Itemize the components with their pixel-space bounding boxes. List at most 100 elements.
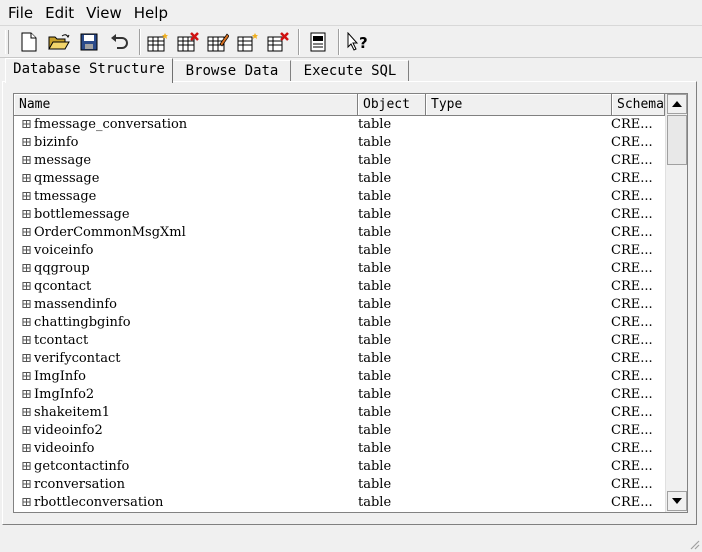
expand-icon[interactable]: ⊞ — [21, 224, 32, 240]
column-header-type[interactable]: Type — [426, 94, 612, 116]
tab-database-structure[interactable]: Database Structure — [5, 58, 173, 83]
table-row[interactable]: ⊞ rconversation table CRE... — [14, 476, 665, 494]
row-schema: CRE... — [611, 351, 653, 366]
row-object: table — [358, 279, 392, 294]
table-row[interactable]: ⊞ OrderCommonMsgXml table CRE... — [14, 224, 665, 242]
table-row[interactable]: ⊞ bizinfo table CRE... — [14, 134, 665, 152]
create-index-button[interactable] — [235, 30, 261, 54]
row-object: table — [358, 153, 392, 168]
menu-edit[interactable]: Edit — [39, 1, 80, 25]
table-row[interactable]: ⊞ voiceinfo table CRE... — [14, 242, 665, 260]
expand-icon[interactable]: ⊞ — [21, 296, 32, 312]
row-name: tmessage — [34, 189, 97, 204]
expand-icon[interactable]: ⊞ — [21, 404, 32, 420]
expand-icon[interactable]: ⊞ — [21, 242, 32, 258]
column-header-name[interactable]: Name — [14, 94, 358, 116]
tab-browse-data[interactable]: Browse Data — [174, 60, 291, 82]
structure-list[interactable]: Name Object Type Schema ⊞ fmessage_conver… — [13, 93, 688, 513]
table-row[interactable]: ⊞ chattingbginfo table CRE... — [14, 314, 665, 332]
expand-icon[interactable]: ⊞ — [21, 116, 32, 132]
delete-index-button[interactable] — [265, 30, 291, 54]
row-name: getcontactinfo — [34, 459, 130, 474]
expand-icon[interactable]: ⊞ — [21, 152, 32, 168]
expand-icon[interactable]: ⊞ — [21, 440, 32, 456]
row-object: table — [358, 207, 392, 222]
expand-icon[interactable]: ⊞ — [21, 134, 32, 150]
table-row[interactable]: ⊞ videoinfo table CRE... — [14, 440, 665, 458]
row-name: fmessage_conversation — [34, 117, 188, 132]
arrow-up-icon — [672, 101, 682, 107]
scroll-down-button[interactable] — [667, 491, 687, 511]
row-schema: CRE... — [611, 243, 653, 258]
vertical-scrollbar[interactable] — [665, 94, 687, 512]
table-row[interactable]: ⊞ massendinfo table CRE... — [14, 296, 665, 314]
modify-table-button[interactable] — [205, 30, 231, 54]
new-database-button[interactable] — [16, 30, 42, 54]
table-row[interactable]: ⊞ rbottleconversation table CRE... — [14, 494, 665, 512]
menu-file[interactable]: File — [2, 1, 39, 25]
expand-icon[interactable]: ⊞ — [21, 314, 32, 330]
toolbar-grip[interactable] — [5, 30, 9, 54]
column-header-schema[interactable]: Schema — [612, 94, 665, 116]
table-row[interactable]: ⊞ fmessage_conversation table CRE... — [14, 116, 665, 134]
expand-icon[interactable]: ⊞ — [21, 458, 32, 474]
sql-log-button[interactable] — [305, 30, 331, 54]
table-row[interactable]: ⊞ qmessage table CRE... — [14, 170, 665, 188]
toolbar: ? — [0, 26, 702, 58]
table-row[interactable]: ⊞ tmessage table CRE... — [14, 188, 665, 206]
row-object: table — [358, 441, 392, 456]
expand-icon[interactable]: ⊞ — [21, 206, 32, 222]
row-name: OrderCommonMsgXml — [34, 225, 186, 240]
create-table-button[interactable] — [145, 30, 171, 54]
expand-icon[interactable]: ⊞ — [21, 260, 32, 276]
row-name: videoinfo — [34, 441, 95, 456]
expand-icon[interactable]: ⊞ — [21, 188, 32, 204]
row-schema: CRE... — [611, 279, 653, 294]
save-button[interactable] — [76, 30, 102, 54]
row-name: rbottleconversation — [34, 495, 164, 510]
list-header: Name Object Type Schema — [14, 94, 665, 116]
menu-view[interactable]: View — [80, 1, 128, 25]
table-row[interactable]: ⊞ videoinfo2 table CRE... — [14, 422, 665, 440]
expand-icon[interactable]: ⊞ — [21, 368, 32, 384]
row-object: table — [358, 387, 392, 402]
undo-button[interactable] — [106, 30, 132, 54]
column-header-object[interactable]: Object — [358, 94, 426, 116]
row-object: table — [358, 477, 392, 492]
table-row[interactable]: ⊞ ImgInfo table CRE... — [14, 368, 665, 386]
row-name: rconversation — [34, 477, 125, 492]
svg-text:?: ? — [359, 34, 368, 52]
tab-execute-sql[interactable]: Execute SQL — [292, 60, 409, 82]
row-object: table — [358, 135, 392, 150]
menu-help[interactable]: Help — [128, 1, 174, 25]
table-row[interactable]: ⊞ qcontact table CRE... — [14, 278, 665, 296]
row-schema: CRE... — [611, 387, 653, 402]
row-schema: CRE... — [611, 153, 653, 168]
table-row[interactable]: ⊞ ImgInfo2 table CRE... — [14, 386, 665, 404]
table-row[interactable]: ⊞ shakeitem1 table CRE... — [14, 404, 665, 422]
delete-table-button[interactable] — [175, 30, 201, 54]
table-row[interactable]: ⊞ tcontact table CRE... — [14, 332, 665, 350]
expand-icon[interactable]: ⊞ — [21, 386, 32, 402]
resize-grip-icon[interactable] — [688, 538, 700, 550]
open-database-button[interactable] — [46, 30, 72, 54]
expand-icon[interactable]: ⊞ — [21, 476, 32, 492]
expand-icon[interactable]: ⊞ — [21, 170, 32, 186]
row-object: table — [358, 315, 392, 330]
table-row[interactable]: ⊞ qqgroup table CRE... — [14, 260, 665, 278]
row-schema: CRE... — [611, 315, 653, 330]
table-row[interactable]: ⊞ bottlemessage table CRE... — [14, 206, 665, 224]
expand-icon[interactable]: ⊞ — [21, 422, 32, 438]
table-row[interactable]: ⊞ message table CRE... — [14, 152, 665, 170]
table-row[interactable]: ⊞ getcontactinfo table CRE... — [14, 458, 665, 476]
scroll-thumb[interactable] — [667, 115, 687, 165]
expand-icon[interactable]: ⊞ — [21, 332, 32, 348]
expand-icon[interactable]: ⊞ — [21, 494, 32, 510]
expand-icon[interactable]: ⊞ — [21, 350, 32, 366]
row-object: table — [358, 333, 392, 348]
whats-this-help-button[interactable]: ? — [345, 30, 371, 54]
table-row[interactable]: ⊞ verifycontact table CRE... — [14, 350, 665, 368]
scroll-up-button[interactable] — [667, 94, 687, 114]
row-schema: CRE... — [611, 135, 653, 150]
expand-icon[interactable]: ⊞ — [21, 278, 32, 294]
